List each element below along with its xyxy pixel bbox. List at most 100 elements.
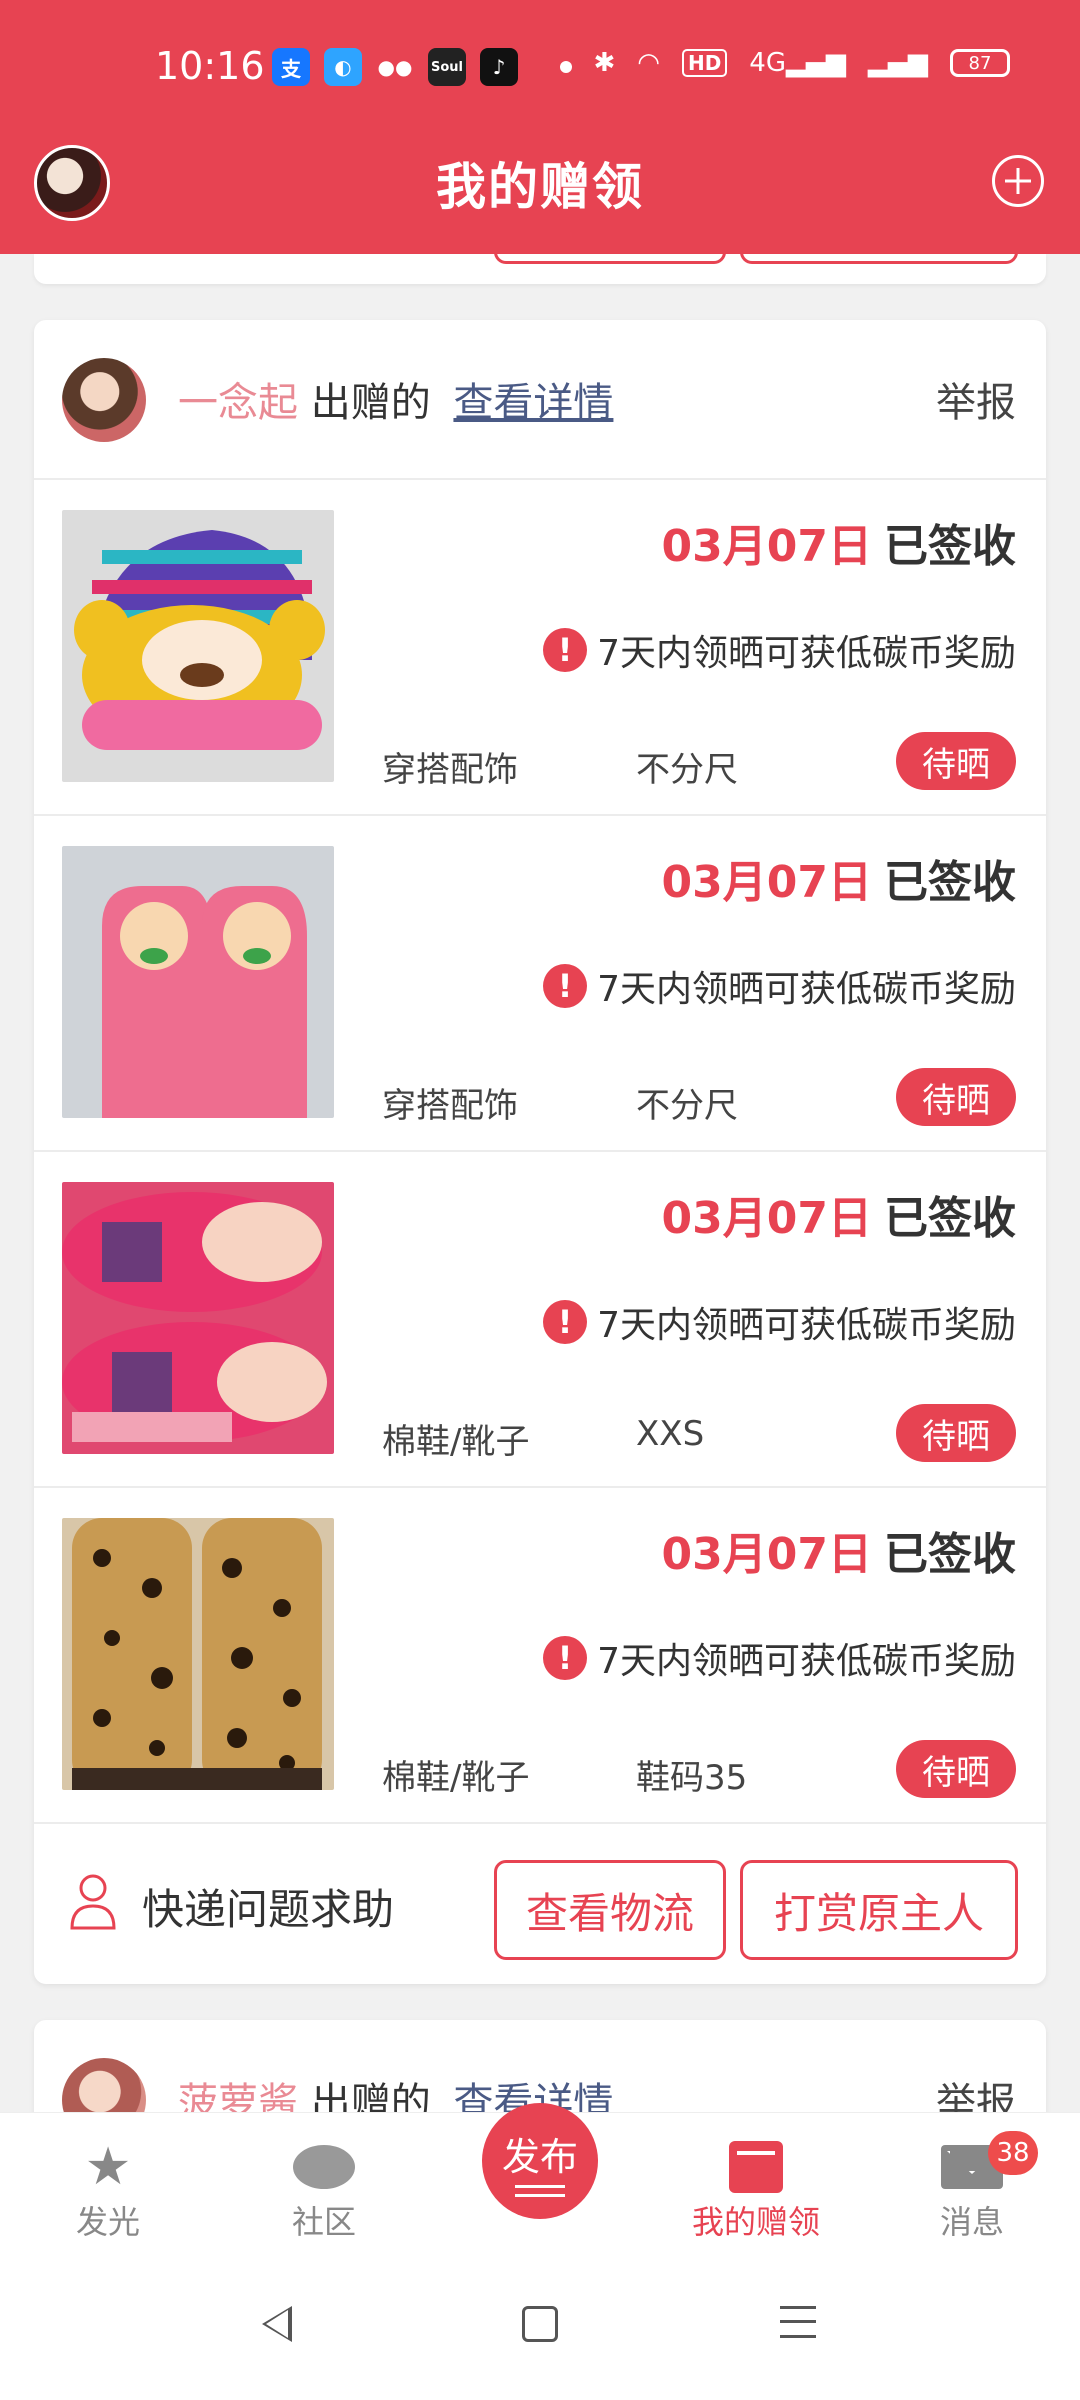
gift-item[interactable]: 03月07日 已签收 ! 7天内领晒可获低碳币奖励 穿搭配饰 不分尺 待晒 (34, 816, 1046, 1152)
sign-status: 已签收 (884, 857, 1016, 908)
wechat-icon: ●● (377, 55, 413, 79)
gift-item[interactable]: 03月07日 已签收 ! 7天内领晒可获低碳币奖励 穿搭配饰 不分尺 待晒 (34, 480, 1046, 816)
reward-owner-button[interactable]: 打赏原主人 (740, 1860, 1018, 1960)
card-header: 一念起 出赠的 查看详情 举报 (34, 320, 1046, 480)
status-time: 10:16 (155, 44, 265, 88)
gift-card: 一念起 出赠的 查看详情 举报 03月07日 已签收 ! 7天内领晒可获低碳币奖… (34, 320, 1046, 1984)
giver-line: 一念起 出赠的 查看详情 (178, 370, 613, 428)
pending-share-button[interactable]: 待晒 (896, 732, 1016, 790)
gift-item[interactable]: 03月07日 已签收 ! 7天内领晒可获低碳币奖励 棉鞋/靴子 鞋码35 待晒 (34, 1488, 1046, 1824)
date-status: 03月07日 已签收 (662, 1182, 1016, 1246)
item-category: 棉鞋/靴子 (382, 1758, 530, 1798)
page-title: 我的赠领 (436, 158, 644, 216)
menu-lines-icon (515, 2184, 565, 2197)
reward-notice-text: 7天内领晒可获低碳币奖励 (597, 1641, 1016, 1682)
exclamation-icon: ! (543, 628, 588, 672)
notification-icons: 支 ◐ ●● Soul ♪ (272, 48, 572, 86)
wifi-icon: ◠ (637, 48, 660, 78)
tab-label: 社区 (291, 2203, 356, 2241)
reward-notice-text: 7天内领晒可获低碳币奖励 (597, 969, 1016, 1010)
card-footer: 快递问题求助 查看物流 打赏原主人 (34, 1824, 1046, 1984)
battery-icon: 87 (950, 49, 1010, 77)
view-logistics-button[interactable]: 查看物流 (494, 1860, 726, 1960)
tiktok-icon: ♪ (480, 48, 518, 86)
status-indicators: ✱ ◠ HD 4G▂▄▆ ▂▄▆ 87 (593, 48, 1010, 78)
item-photo-boots[interactable] (62, 1518, 334, 1790)
soul-icon: Soul (428, 48, 466, 86)
more-notifications-dot (560, 61, 572, 73)
chat-bubble-icon (244, 2137, 404, 2197)
reward-notice: ! 7天内领晒可获低碳币奖励 (543, 1296, 1016, 1348)
sign-date: 03月07日 (661, 857, 872, 908)
bluetooth-icon: ✱ (593, 48, 616, 78)
bottom-tab-bar: ★ 发光 社区 发布 我的赠领 消息 38 (0, 2103, 1080, 2262)
exclamation-icon: ! (543, 964, 588, 1008)
reward-notice: ! 7天内领晒可获低碳币奖励 (543, 960, 1016, 1012)
item-category: 穿搭配饰 (382, 1086, 518, 1126)
item-size: 不分尺 (636, 750, 738, 790)
person-icon[interactable] (68, 1872, 118, 1932)
tab-label: 发光 (75, 2203, 140, 2241)
browser-icon: ◐ (324, 48, 362, 86)
status-bar: 10:16 支 ◐ ●● Soul ♪ ✱ ◠ HD 4G▂▄▆ ▂▄▆ 87 (0, 0, 1080, 135)
item-size: 鞋码35 (636, 1758, 748, 1798)
plus-circle-icon[interactable] (992, 155, 1044, 207)
sign-status: 已签收 (884, 521, 1016, 572)
express-help-link[interactable]: 快递问题求助 (142, 1876, 394, 1937)
giver-name[interactable]: 一念起 (178, 380, 298, 426)
home-icon[interactable] (522, 2306, 558, 2342)
pending-share-button[interactable]: 待晒 (896, 1068, 1016, 1126)
publish-label: 发布 (501, 2134, 578, 2179)
gave-text: 出赠的 (310, 380, 431, 426)
back-icon[interactable] (262, 2306, 292, 2342)
publish-button[interactable]: 发布 (482, 2103, 598, 2219)
tab-label: 我的赠领 (691, 2203, 820, 2241)
previous-card-stub (34, 248, 1046, 284)
reward-notice: ! 7天内领晒可获低碳币奖励 (543, 1632, 1016, 1684)
tab-messages[interactable]: 消息 38 (892, 2131, 1052, 2243)
reward-notice-text: 7天内领晒可获低碳币奖励 (597, 633, 1016, 674)
prev-reward-button-edge[interactable] (740, 248, 1018, 264)
alipay-icon: 支 (272, 48, 310, 86)
giver-avatar[interactable] (62, 358, 146, 442)
reward-notice-text: 7天内领晒可获低碳币奖励 (597, 1305, 1016, 1346)
tab-label: 消息 (939, 2203, 1004, 2241)
date-status: 03月07日 已签收 (662, 846, 1016, 910)
sign-date: 03月07日 (661, 521, 872, 572)
top-bar: 10:16 支 ◐ ●● Soul ♪ ✱ ◠ HD 4G▂▄▆ ▂▄▆ 87 … (0, 0, 1080, 254)
hd-badge: HD (681, 49, 728, 77)
message-count-badge: 38 (988, 2131, 1038, 2175)
sign-date: 03月07日 (661, 1529, 872, 1580)
signal-icon: 4G▂▄▆ (749, 48, 846, 78)
prev-logistics-button-edge[interactable] (494, 248, 726, 264)
pending-share-button[interactable]: 待晒 (896, 1404, 1016, 1462)
report-button[interactable]: 举报 (936, 370, 1016, 428)
item-size: XXS (636, 1414, 705, 1454)
star-icon: ★ (84, 2137, 132, 2197)
pending-share-button[interactable]: 待晒 (896, 1740, 1016, 1798)
item-photo-hat[interactable] (62, 510, 334, 782)
date-status: 03月07日 已签收 (662, 1518, 1016, 1582)
exclamation-icon: ! (543, 1636, 588, 1680)
gift-item[interactable]: 03月07日 已签收 ! 7天内领晒可获低碳币奖励 棉鞋/靴子 XXS 待晒 (34, 1152, 1046, 1488)
item-photo-slippers[interactable] (62, 1182, 334, 1454)
tab-my-gifts[interactable]: 我的赠领 (676, 2137, 836, 2243)
recents-icon[interactable] (780, 2306, 816, 2338)
item-category: 穿搭配饰 (382, 750, 518, 790)
exclamation-icon: ! (543, 1300, 588, 1344)
tab-faguang[interactable]: ★ 发光 (28, 2137, 188, 2243)
date-status: 03月07日 已签收 (662, 510, 1016, 574)
system-nav-bar (0, 2262, 1080, 2400)
sign-status: 已签收 (884, 1193, 1016, 1244)
item-size: 不分尺 (636, 1086, 738, 1126)
sign-status: 已签收 (884, 1529, 1016, 1580)
reward-notice: ! 7天内领晒可获低碳币奖励 (543, 624, 1016, 676)
app-root: 10:16 支 ◐ ●● Soul ♪ ✱ ◠ HD 4G▂▄▆ ▂▄▆ 87 … (0, 0, 1080, 2400)
tab-community[interactable]: 社区 (244, 2137, 404, 2243)
app-header: 我的赠领 (0, 135, 1080, 254)
signal-2-icon: ▂▄▆ (868, 48, 928, 78)
item-photo-mittens[interactable] (62, 846, 334, 1118)
sign-date: 03月07日 (661, 1193, 872, 1244)
book-icon (676, 2137, 836, 2197)
view-details-link[interactable]: 查看详情 (453, 380, 613, 426)
